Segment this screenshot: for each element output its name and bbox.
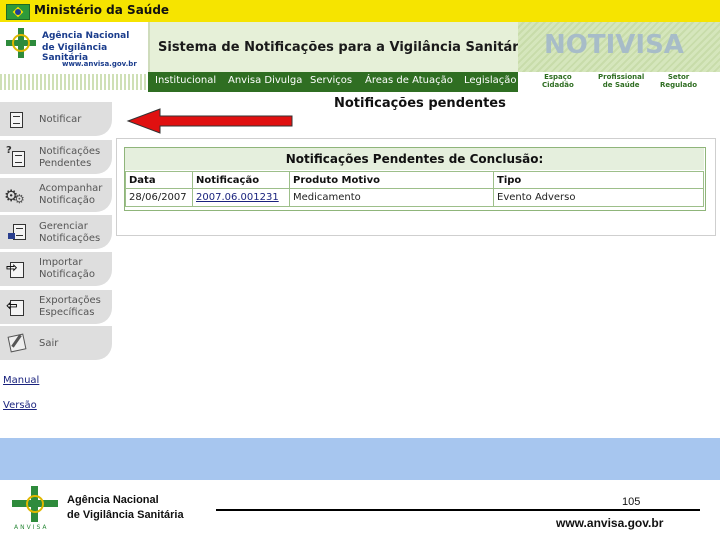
sidebar-item-label: Notificação [39,195,95,206]
export-arrow-icon: ⇦ [6,298,24,316]
cell-notificacao: 2007.06.001231 [192,188,290,207]
column-header-data: Data [125,171,193,189]
versao-link[interactable]: Versão [3,400,37,411]
sidebar-item-notificacoes-pendentes[interactable]: ? Notificações Pendentes [0,140,112,174]
system-title-banner: Sistema de Notificações para a Vigilânci… [148,22,532,72]
column-header-notificacao: Notificação [192,171,290,189]
footer-divider [216,509,700,511]
brazil-flag-icon [6,4,30,20]
import-arrow-icon: ⇨ [6,260,24,278]
page-title: Notificações pendentes [334,96,506,111]
sidebar-item-label: Sair [39,338,59,349]
ministry-label: Ministério da Saúde [34,3,170,17]
manage-docs-icon [6,223,26,241]
nav-item-servicos[interactable]: Serviços [310,75,352,86]
document-icon [6,110,24,128]
pending-question-icon: ? [6,145,25,167]
sidebar-item-label: Importar [39,257,83,268]
footer-url: www.anvisa.gov.br [556,516,664,530]
system-title: Sistema de Notificações para a Vigilânci… [158,40,532,55]
anvisa-cross-icon [6,28,36,58]
sidebar-item-sair[interactable]: Sair [0,326,112,360]
nav-item-institucional[interactable]: Institucional [155,75,216,86]
cell-data: 28/06/2007 [125,188,193,207]
sidebar-item-importar-notificacao[interactable]: ⇨ Importar Notificação [0,252,112,286]
sidebar-item-acompanhar-notificacao[interactable]: ⚙ ⚙ Acompanhar Notificação [0,178,112,212]
footer-agency-line1: Agência Nacional [67,494,159,506]
sidebar-item-label: Notificações [39,146,101,157]
sidebar-item-label: Notificações [39,233,101,244]
sidebar-item-label: Gerenciar [39,221,88,232]
ministry-bar: Ministério da Saúde [0,0,720,22]
agency-name-line1: Agência Nacional [42,31,130,41]
nav-pattern [0,74,148,90]
footer-agency-line2: de Vigilância Sanitária [67,509,184,521]
manual-link[interactable]: Manual [3,375,39,386]
panel-title: Notificações Pendentes de Conclusão: [285,152,544,166]
notivisa-brand: NOTIVISA [544,30,684,60]
sidebar-item-label: Exportações [39,295,101,306]
sidebar-item-label: Notificação [39,269,95,280]
audience-nav: Espaço Cidadão Profissional de Saúde Set… [518,72,720,92]
sidebar-item-label: Específicas [39,307,95,318]
nav-item-legislacao[interactable]: Legislação [464,75,517,86]
sidebar-item-label: Acompanhar [39,183,103,194]
sidebar-item-exportacoes-especificas[interactable]: ⇦ Exportações Específicas [0,290,112,324]
column-header-tipo: Tipo [493,171,704,189]
gears-icon: ⚙ ⚙ [4,186,25,206]
notivisa-banner: NOTIVISA [518,22,720,72]
sidebar-item-gerenciar-notificacoes[interactable]: Gerenciar Notificações [0,215,112,249]
pending-notifications-table: Data Notificação Produto Motivo Tipo 28/… [125,171,704,207]
sidebar-item-label: Pendentes [39,158,92,169]
sidebar-item-label: Notificar [39,114,82,125]
nav-item-anvisa-divulga[interactable]: Anvisa Divulga [228,75,302,86]
footer-blue-band [0,438,720,480]
panel-title-bar: Notificações Pendentes de Conclusão: [125,148,704,170]
notification-number-link[interactable]: 2007.06.001231 [196,192,279,203]
anvisa-footer-logo-icon: ANVISA [12,486,60,534]
footer-logo-text: ANVISA [14,524,49,531]
cell-tipo: Evento Adverso [493,188,704,207]
exit-notepad-icon [6,333,27,353]
nav-setor-regulado[interactable]: Setor Regulado [660,73,697,89]
anvisa-logo[interactable]: Agência Nacional de Vigilância Sanitária… [0,22,148,72]
column-header-produto-motivo: Produto Motivo [289,171,494,189]
cell-produto: Medicamento [289,188,494,207]
sidebar-item-notificar[interactable]: Notificar [0,102,112,136]
nav-profissional-de-saude[interactable]: Profissional de Saúde [598,73,644,89]
page-number: 105 [622,496,641,508]
agency-url: www.anvisa.gov.br [62,60,137,68]
main-nav: Institucional Anvisa Divulga Serviços Ár… [148,72,518,92]
red-arrow-icon [126,108,293,134]
table-row: 28/06/2007 2007.06.001231 Medicamento Ev… [125,188,704,207]
nav-espaco-cidadao[interactable]: Espaço Cidadão [542,73,574,89]
table-header-row: Data Notificação Produto Motivo Tipo [125,171,704,189]
nav-item-areas-de-atuacao[interactable]: Áreas de Atuação [365,75,453,86]
